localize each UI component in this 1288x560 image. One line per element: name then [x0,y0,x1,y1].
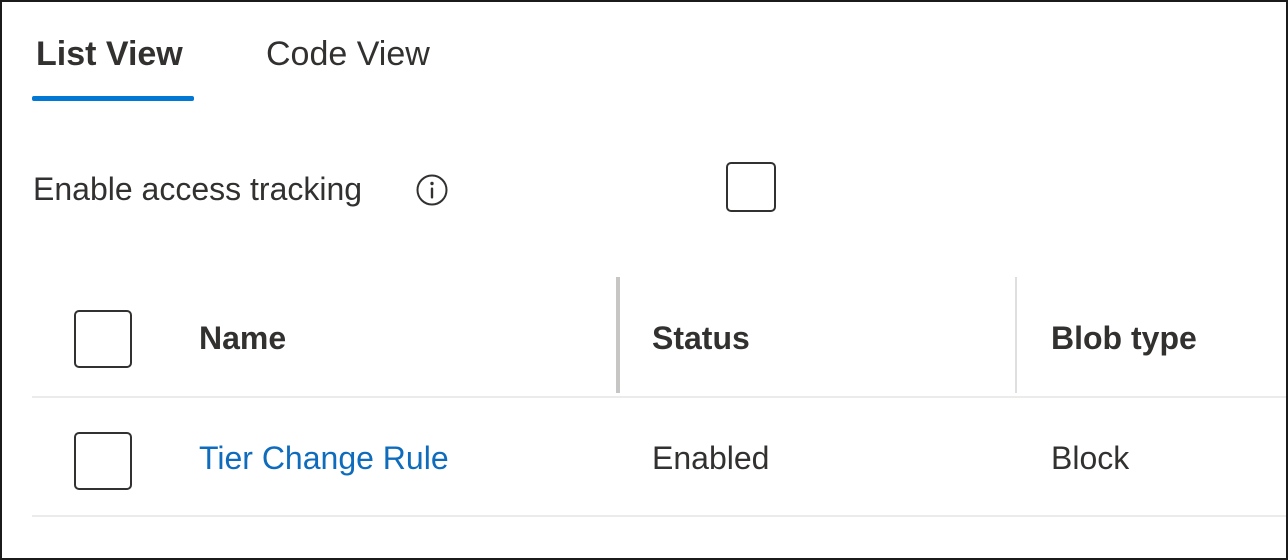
select-all-checkbox[interactable] [74,310,132,368]
header-divider [32,396,1286,398]
enable-access-tracking-label: Enable access tracking [33,171,363,207]
tab-code-view[interactable]: Code View [266,32,430,76]
rule-name-link[interactable]: Tier Change Rule [199,436,449,480]
column-resize-handle-status[interactable] [1015,277,1017,393]
rule-status: Enabled [652,440,770,476]
column-header-name[interactable]: Name [199,316,286,360]
rule-blob-type: Block [1051,440,1130,476]
column-header-blob-type[interactable]: Blob type [1051,316,1197,360]
enable-access-tracking-checkbox[interactable] [726,162,776,212]
selected-tab-indicator [32,96,194,101]
column-resize-handle-name[interactable] [616,277,620,393]
row-checkbox-tier-change-rule[interactable] [74,432,132,490]
lifecycle-rules-panel: List View Code View Enable access tracki… [0,0,1288,560]
tab-list-view[interactable]: List View [36,32,183,76]
column-header-status[interactable]: Status [652,316,750,360]
row-divider [32,515,1286,517]
info-icon[interactable] [415,173,449,207]
